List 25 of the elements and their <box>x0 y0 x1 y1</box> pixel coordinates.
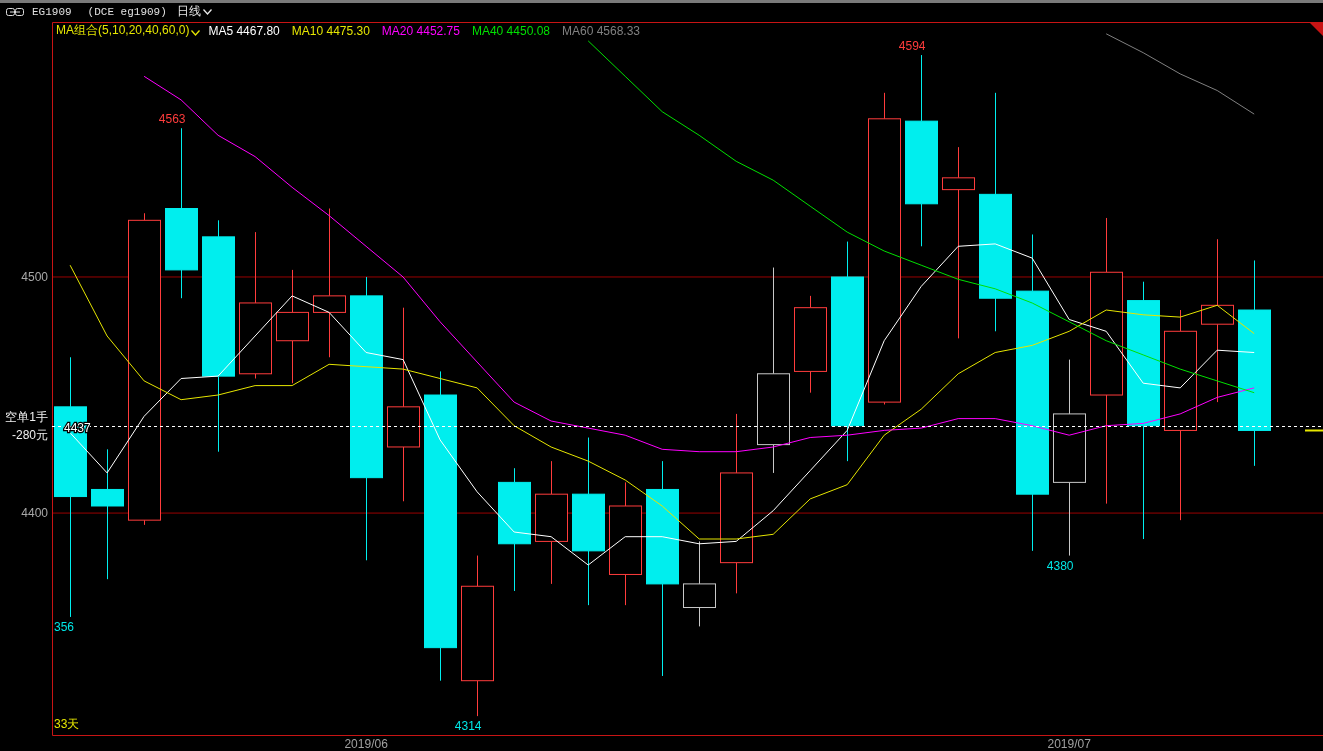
y-axis-label: 4400 <box>21 506 48 521</box>
link-icon <box>6 7 24 16</box>
high-price-label: 4594 <box>898 39 926 54</box>
corner-marker-icon <box>1310 23 1323 36</box>
low-price-label: 4314 <box>454 719 482 734</box>
legend-item: MA40 4450.08 <box>471 23 550 38</box>
exchange-code: (DCE eg1909) <box>87 5 167 18</box>
low-price-label: 356 <box>54 619 75 634</box>
symbol-code: EG1909 <box>32 5 72 18</box>
indicator-dropdown[interactable]: MA组合(5,10,20,40,60,0) <box>56 22 201 39</box>
chevron-down-icon <box>191 30 201 36</box>
position-pnl: -280元 <box>11 428 48 442</box>
legend-item: MA10 4475.30 <box>291 23 370 38</box>
legend-item: MA5 4467.80 <box>208 23 280 38</box>
x-axis-label: 2019/07 <box>1047 737 1091 751</box>
period-dropdown[interactable]: 日线 <box>174 3 214 20</box>
y-axis-label: 4500 <box>21 270 48 284</box>
position-label: 空单1手 <box>5 410 48 424</box>
legend-item: MA60 4568.33 <box>562 23 641 38</box>
legend-item: MA20 4452.75 <box>381 23 460 38</box>
day-count: 33天 <box>54 717 80 731</box>
chevron-down-icon <box>202 8 212 15</box>
high-price-label: 4563 <box>158 112 186 127</box>
x-axis-label: 2019/06 <box>344 737 388 751</box>
low-price-label: 4380 <box>1046 558 1074 573</box>
